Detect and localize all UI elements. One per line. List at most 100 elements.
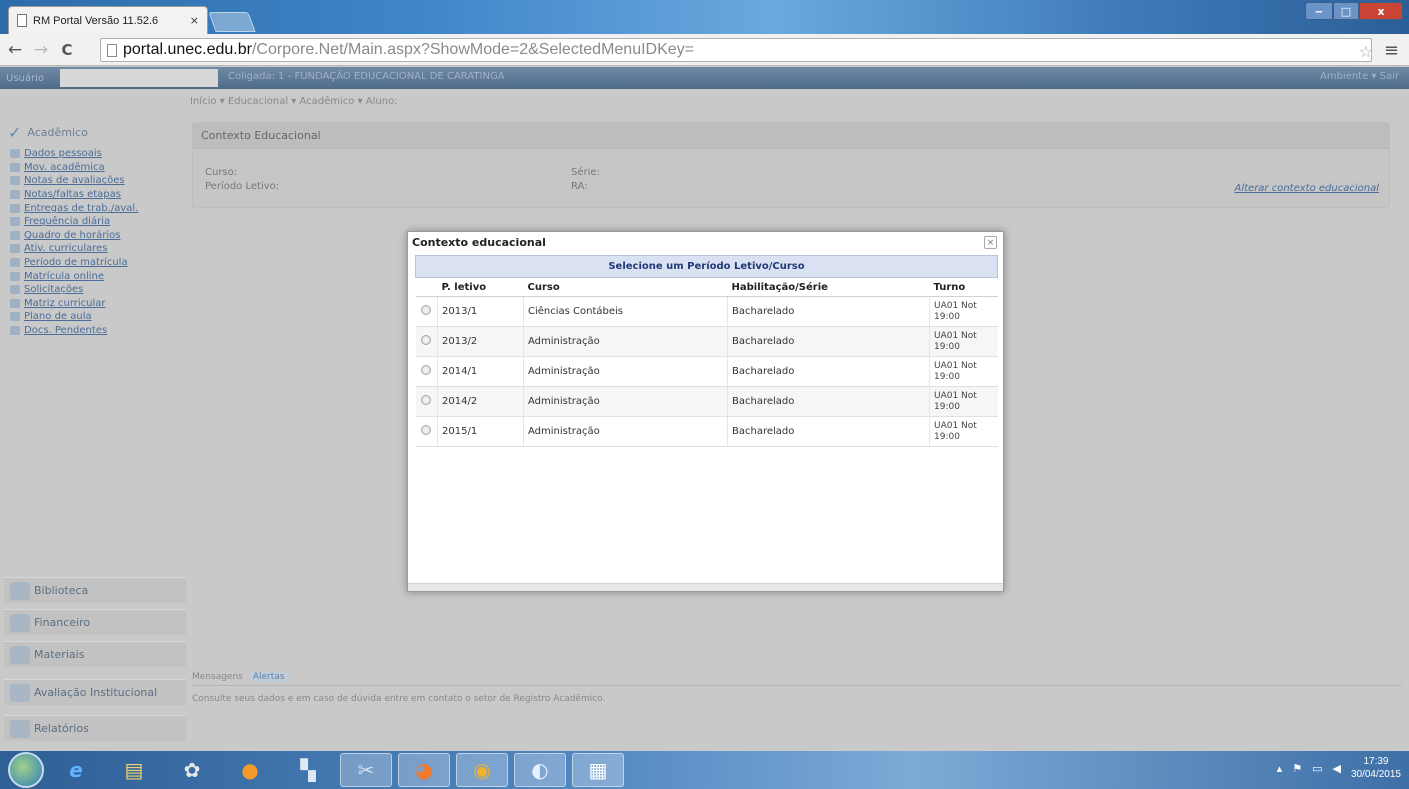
menu-icon[interactable]: ≡ (1384, 40, 1399, 61)
close-icon[interactable]: × (984, 236, 997, 249)
tab-alertas[interactable]: Alertas (248, 672, 289, 682)
sidebar-link-label: Período de matrícula (24, 257, 128, 269)
item-icon (10, 258, 20, 268)
table-row[interactable]: 2013/1 Ciências Contábeis Bacharelado UA… (415, 296, 998, 327)
sidebar-academico-header[interactable]: ✓ Acadêmico (0, 119, 186, 145)
tools-icon[interactable]: ✂ (340, 753, 392, 787)
ie-icon[interactable]: e (50, 753, 102, 787)
sidebar-links: Dados pessoais Mov. acadêmica Notas de a… (10, 147, 186, 337)
sidebar-link[interactable]: Dados pessoais (10, 147, 186, 161)
turno-line: UA01 Not (934, 360, 977, 371)
table-row[interactable]: 2014/2 Administração Bacharelado UA01 No… (415, 386, 998, 417)
sidebar-link[interactable]: Período de matrícula (10, 256, 186, 270)
page-icon (107, 43, 117, 57)
browser-tab[interactable]: RM Portal Versão 11.52.6 × (8, 6, 208, 34)
context-panel-title: Contexto Educacional (193, 123, 1389, 149)
ra-label: RA: (571, 181, 588, 192)
clock[interactable]: 17:39 30/04/2015 (1351, 755, 1401, 781)
close-window-button[interactable]: x (1359, 2, 1403, 20)
firefox-icon[interactable]: ◕ (398, 753, 450, 787)
item-icon (10, 312, 20, 322)
cell-periodo: 2013/2 (437, 326, 524, 357)
tab-close-icon[interactable]: × (190, 14, 199, 27)
table-row[interactable]: 2014/1 Administração Bacharelado UA01 No… (415, 356, 998, 387)
new-tab-button[interactable] (208, 12, 256, 32)
user-name-redacted (60, 69, 218, 87)
sidebar-module-materiais[interactable]: Materiais (4, 641, 186, 667)
start-button[interactable] (8, 752, 44, 788)
item-icon (10, 230, 20, 240)
item-icon (10, 298, 20, 308)
maximize-button[interactable]: □ (1333, 2, 1359, 20)
minimize-button[interactable]: ‒ (1305, 2, 1333, 20)
item-icon (10, 285, 20, 295)
window-controls: ‒ □ x (1305, 2, 1403, 20)
column-header: P. letivo (437, 277, 524, 297)
volume-icon[interactable]: ◀ (1332, 762, 1340, 775)
tab-title: RM Portal Versão 11.52.6 (33, 14, 159, 27)
itunes-icon[interactable]: ◐ (514, 753, 566, 787)
bookmark-star-icon[interactable]: ☆ (1359, 42, 1373, 61)
row-radio[interactable] (421, 395, 432, 405)
module-label: Biblioteca (34, 584, 89, 597)
forward-button[interactable]: → (30, 39, 52, 61)
sidebar-module-relatorios[interactable]: Relatórios (4, 715, 186, 741)
sidebar-link[interactable]: Quadro de horários (10, 229, 186, 243)
row-radio[interactable] (421, 335, 432, 345)
alterar-contexto-link[interactable]: Alterar contexto educacional (1235, 183, 1380, 194)
sidebar-link[interactable]: Matriz curricular (10, 297, 186, 311)
turno-line: UA01 Not (934, 390, 977, 401)
sidebar-link[interactable]: Notas/faltas etapas (10, 188, 186, 202)
environment-menu[interactable]: Ambiente ▾ Sair (1320, 71, 1399, 82)
sidebar-link[interactable]: Docs. Pendentes (10, 324, 186, 338)
cell-turno: UA01 Not 19:00 (929, 296, 998, 327)
address-bar[interactable]: portal.unec.edu.br/Corpore.Net/Main.aspx… (100, 38, 1372, 62)
reload-button[interactable]: C (56, 39, 78, 61)
sidebar-module-financeiro[interactable]: Financeiro (4, 609, 186, 635)
curso-label: Curso: (205, 167, 238, 178)
back-button[interactable]: ← (4, 39, 26, 61)
item-icon (10, 326, 20, 336)
explorer-icon[interactable]: ▤ (108, 753, 160, 787)
chrome-icon[interactable]: ◉ (456, 753, 508, 787)
cell-curso: Ciências Contábeis (523, 296, 728, 327)
network-icon[interactable]: ▚ (282, 753, 334, 787)
flag-icon[interactable]: ⚑ (1292, 762, 1302, 775)
sidebar-link[interactable]: Mov. acadêmica (10, 161, 186, 175)
breadcrumb[interactable]: Início ▾ Educacional ▾ Acadêmico ▾ Aluno… (190, 96, 398, 107)
sidebar-link-label: Solicitações (24, 284, 84, 296)
clock-time: 17:39 (1363, 756, 1389, 767)
row-radio[interactable] (421, 365, 432, 375)
cell-habilitacao: Bacharelado (727, 356, 930, 387)
sidebar-link-label: Notas de avaliações (24, 175, 125, 187)
sidebar-link[interactable]: Frequência diária (10, 215, 186, 229)
word-icon[interactable]: ▦ (572, 753, 624, 787)
clock-date: 30/04/2015 (1350, 769, 1401, 780)
sidebar-link[interactable]: Entregas de trab./aval. (10, 201, 186, 215)
sidebar-link[interactable]: Solicitações (10, 283, 186, 297)
table-row[interactable]: 2015/1 Administração Bacharelado UA01 No… (415, 416, 998, 447)
tray-expand-icon[interactable]: ▴ (1277, 762, 1283, 775)
sidebar-module-biblioteca[interactable]: Biblioteca (4, 577, 186, 603)
sidebar-module-avaliacao[interactable]: Avaliação Institucional (4, 679, 186, 705)
table-caption: Selecione um Período Letivo/Curso (415, 255, 998, 278)
tab-mensagens[interactable]: Mensagens (192, 672, 243, 682)
media-player-icon[interactable]: ● (224, 753, 276, 787)
row-radio[interactable] (421, 305, 432, 315)
sidebar-link[interactable]: Matrícula online (10, 269, 186, 283)
sidebar-link[interactable]: Notas de avaliações (10, 174, 186, 188)
sidebar-link[interactable]: Plano de aula (10, 310, 186, 324)
sidebar-link-label: Matrícula online (24, 270, 104, 282)
network-tray-icon[interactable]: ▭ (1312, 762, 1322, 775)
cell-turno: UA01 Not 19:00 (929, 416, 998, 447)
sidebar-link[interactable]: Ativ. curriculares (10, 242, 186, 256)
cell-habilitacao: Bacharelado (727, 326, 930, 357)
sidebar: ✓ Acadêmico Dados pessoais Mov. acadêmic… (0, 89, 186, 751)
dialog-footer (408, 583, 1003, 591)
media-center-icon[interactable]: ✿ (166, 753, 218, 787)
table-row[interactable]: 2013/2 Administração Bacharelado UA01 No… (415, 326, 998, 357)
context-panel: Contexto Educacional Curso: Período Leti… (192, 122, 1390, 208)
row-radio[interactable] (421, 425, 432, 435)
item-icon (10, 149, 20, 159)
turno-time: 19:00 (934, 371, 960, 382)
